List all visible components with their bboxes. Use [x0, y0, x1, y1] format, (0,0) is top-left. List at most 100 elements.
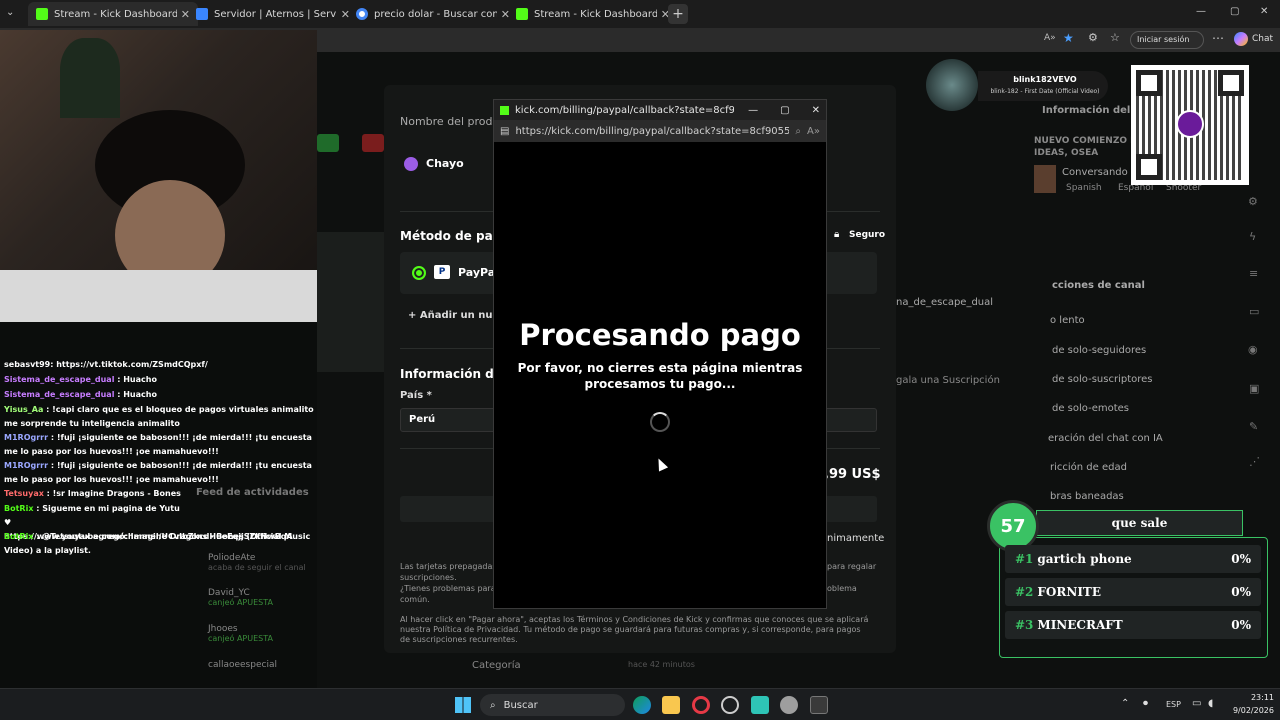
disclaimer-1b: para regalar: [827, 562, 877, 571]
chat-message: Yisus_Aa : !capi claro que es el bloqueo…: [4, 403, 316, 431]
windows-taskbar: ⌕ Buscar ⌃ ⏺ ESP ▭ ◖ 23:11 9/02/2026: [0, 688, 1280, 720]
favorites-icon[interactable]: ☆: [1110, 31, 1120, 44]
share-icon[interactable]: ⋰: [1249, 455, 1260, 468]
read-aloud-icon[interactable]: A»: [1044, 33, 1056, 43]
search-icon: ⌕: [490, 699, 496, 711]
chat-user: sebasvt99: [4, 360, 51, 369]
gift-icon[interactable]: ▣: [1249, 382, 1259, 395]
kick-favicon-icon: [500, 105, 509, 115]
poll-option-3: #3 MINECRAFT 0%: [1005, 611, 1261, 639]
right-user-label: na_de_escape_dual: [896, 297, 994, 308]
gift-sub-label[interactable]: gala una Suscripción: [896, 375, 1000, 386]
language-label[interactable]: ESP: [1166, 700, 1181, 709]
disclaimer-2: suscripciones.: [400, 573, 457, 582]
new-tab-button[interactable]: +: [668, 4, 688, 24]
option-banned-words[interactable]: bras baneadas: [1050, 491, 1124, 502]
secure-label: Seguro: [849, 230, 886, 240]
terminal-icon[interactable]: [810, 696, 828, 714]
tab-title: Servidor | Aternos | Servidor de M: [214, 8, 337, 20]
feed-name: David_YC: [208, 588, 250, 598]
copilot-icon[interactable]: [1234, 32, 1248, 46]
edge-icon[interactable]: [633, 696, 651, 714]
channel-options-label: cciones de canal: [1052, 280, 1145, 291]
tab-aternos[interactable]: Servidor | Aternos | Servidor de M ✕: [188, 2, 358, 26]
tab-google[interactable]: precio dolar - Buscar con Google ✕: [348, 2, 518, 26]
favorite-star-icon[interactable]: ★: [1063, 31, 1074, 45]
option-slow[interactable]: o lento: [1050, 315, 1085, 326]
feed-detail: acaba de seguir el canal: [208, 563, 306, 572]
product-name: Chayo: [426, 157, 464, 170]
poll-percent: 0%: [1231, 552, 1251, 566]
radio-selected-icon[interactable]: [412, 266, 426, 280]
site-info-icon: ▤: [500, 125, 510, 137]
signin-button[interactable]: Iniciar sesión: [1130, 31, 1204, 49]
option-ai[interactable]: eración del chat con IA: [1048, 433, 1163, 444]
option-emotes[interactable]: de solo-emotes: [1052, 403, 1129, 414]
google-favicon-icon: [356, 8, 368, 20]
streamer-shirt: [0, 270, 317, 322]
zoom-icon[interactable]: ⌕: [795, 126, 801, 137]
clock-time[interactable]: 23:11: [1238, 693, 1274, 702]
read-aloud-icon[interactable]: A»: [807, 126, 820, 137]
more-menu-icon[interactable]: ⋯: [1212, 31, 1224, 45]
popup-url[interactable]: https://kick.com/billing/paypal/callback…: [515, 126, 789, 137]
list-icon[interactable]: ≡: [1249, 267, 1258, 280]
option-followers[interactable]: de solo-seguidores: [1052, 345, 1146, 356]
popup-maximize-icon[interactable]: ▢: [780, 105, 789, 116]
chat-text: : !sr Imagine Dragons - Bones: [43, 489, 181, 498]
stream-tag-1: Spanish: [1066, 183, 1102, 193]
popup-minimize-icon[interactable]: —: [748, 105, 758, 116]
settings-app-icon[interactable]: [780, 696, 798, 714]
microphone-icon[interactable]: ⏺: [1143, 698, 1148, 709]
yape-logo-icon: [1176, 110, 1204, 138]
tab-title: precio dolar - Buscar con Google: [374, 8, 497, 20]
chat-message: M1ROgrrr : !fuji ¡siguiente oe baboson!!…: [4, 431, 316, 459]
maximize-window-icon[interactable]: ▢: [1230, 6, 1239, 17]
tab-actions-icon[interactable]: ⌄: [6, 7, 20, 21]
clock-date[interactable]: 9/02/2026: [1224, 706, 1274, 715]
poll-percent: 0%: [1231, 585, 1251, 599]
stream-category: Conversando: [1062, 167, 1128, 178]
bolt-icon[interactable]: ϟ: [1249, 230, 1256, 243]
chat-label[interactable]: Chat: [1252, 34, 1273, 44]
volume-icon[interactable]: ◖: [1208, 698, 1213, 709]
network-icon[interactable]: ▭: [1192, 698, 1201, 709]
file-explorer-icon[interactable]: [662, 696, 680, 714]
windows-start-icon[interactable]: [455, 697, 471, 713]
popup-close-icon[interactable]: ✕: [812, 105, 820, 116]
paypal-logo-icon: P: [434, 265, 450, 279]
taskbar-search[interactable]: ⌕ Buscar: [480, 694, 625, 716]
category-thumb: [1034, 165, 1056, 193]
aternos-favicon-icon: [196, 8, 208, 20]
chat-bubble-icon[interactable]: ▭: [1249, 305, 1259, 318]
app-icon[interactable]: [721, 696, 739, 714]
close-window-icon[interactable]: ✕: [1260, 6, 1268, 17]
chat-user: Sistema_de_escape_dual: [4, 375, 115, 384]
qr-finder-3: [1136, 154, 1162, 180]
feed-title: Feed de actividades: [196, 487, 309, 498]
feed-detail: canjeó APUESTA: [208, 634, 273, 643]
chat-text: : !fuji ¡siguiente oe baboson!!! ¡de mie…: [4, 433, 312, 456]
disclaimer-3: ¿Tienes problemas para: [400, 584, 496, 593]
opera-icon[interactable]: [692, 696, 710, 714]
loading-spinner-icon: [650, 412, 670, 432]
extensions-icon[interactable]: ⚙: [1088, 31, 1098, 44]
tray-chevron-icon[interactable]: ⌃: [1121, 698, 1129, 709]
minimize-window-icon[interactable]: —: [1196, 6, 1206, 17]
tab-kick-dashboard-2[interactable]: Stream - Kick Dashboard ✕: [508, 2, 678, 26]
wrench-icon[interactable]: ✎: [1249, 420, 1258, 433]
processing-heading: Procesando pago: [519, 318, 801, 352]
option-subscribers[interactable]: de solo-suscriptores: [1052, 374, 1152, 385]
feed-name: PoliodeAte: [208, 553, 256, 563]
kick-favicon-icon: [36, 8, 48, 20]
settings-icon[interactable]: ⚙: [1248, 195, 1258, 208]
anonymous-label[interactable]: nimamente: [827, 533, 884, 544]
tab-kick-dashboard-1[interactable]: Stream - Kick Dashboard ✕: [28, 2, 198, 26]
chat-text: : https://vt.tiktok.com/ZSmdCQpxf/: [50, 360, 208, 369]
option-age[interactable]: ricción de edad: [1050, 462, 1127, 473]
right-icon-strip: ⚙ ϟ ≡ ▭ ◉ ▣ ✎ ⋰: [1240, 185, 1270, 475]
broadcast-icon[interactable]: ◉: [1248, 343, 1258, 356]
kick-app-icon[interactable]: [751, 696, 769, 714]
lock-icon: 🔒︎: [834, 229, 840, 240]
poll-rank: #1: [1015, 552, 1034, 566]
